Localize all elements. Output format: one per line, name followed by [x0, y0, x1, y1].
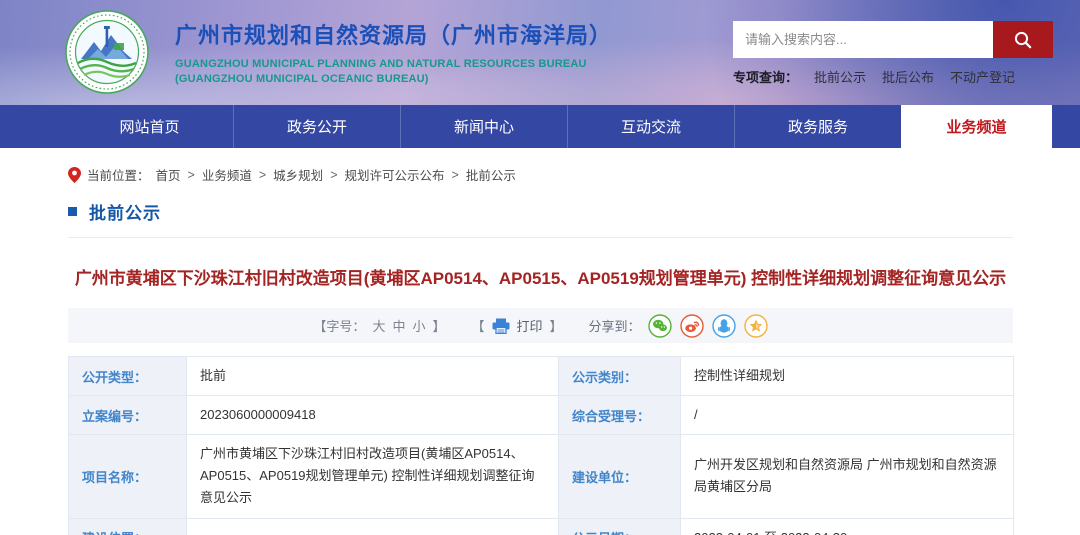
search-bar — [733, 21, 1053, 58]
field-label-construction-unit: 建设单位： — [558, 434, 681, 519]
search-input[interactable] — [733, 21, 993, 58]
brand-block: 广州市规划和自然资源局（广州市海洋局） GUANGZHOU MUNICIPAL … — [175, 18, 612, 88]
qq-share-icon[interactable] — [711, 313, 736, 338]
print-suffix: 】 — [549, 319, 563, 335]
breadcrumb-urban-planning[interactable]: 城乡规划 — [273, 165, 323, 184]
org-title-zh: 广州市规划和自然资源局（广州市海洋局） — [175, 23, 613, 48]
site-header: 广州市规划和自然资源局（广州市海洋局） GUANGZHOU MUNICIPAL … — [0, 0, 1080, 105]
quick-link-post-approval[interactable]: 批后公布 — [882, 67, 934, 86]
quick-query-row: 专项查询： 批前公示 批后公布 不动产登记 — [733, 67, 1053, 86]
org-title-en: GUANGZHOU MUNICIPAL PLANNING AND NATURAL… — [175, 57, 612, 88]
breadcrumb-pre-approval[interactable]: 批前公示 — [466, 165, 516, 184]
field-label-construction-location: 建设位置： — [68, 517, 187, 535]
share-label: 分享到： — [588, 319, 641, 335]
qzone-share-icon[interactable] — [743, 313, 768, 338]
section-header: 批前公示 — [68, 199, 1013, 238]
field-value-project-name: 广州市黄埔区下沙珠江村旧村改造项目(黄埔区AP0514、AP0515、AP051… — [186, 434, 559, 519]
breadcrumb: 当前位置： 首页 > 业务频道 > 城乡规划 > 规划许可公示公布 > 批前公示 — [68, 148, 1013, 184]
breadcrumb-separator: > — [451, 167, 459, 182]
nav-item-gov-disclosure[interactable]: 政务公开 — [233, 105, 400, 148]
nav-item-news-center[interactable]: 新闻中心 — [400, 105, 567, 148]
org-title-en-line1: GUANGZHOU MUNICIPAL PLANNING AND NATURAL… — [175, 58, 587, 70]
font-size-suffix: 】 — [432, 319, 446, 335]
field-label-public-type: 公开类型： — [68, 356, 187, 397]
nav-item-interaction[interactable]: 互动交流 — [567, 105, 734, 148]
wechat-share-icon[interactable] — [647, 313, 672, 338]
quick-query-label: 专项查询： — [733, 70, 799, 85]
printer-icon — [492, 318, 510, 334]
field-label-project-name: 项目名称： — [68, 434, 187, 519]
project-info-table: 公开类型： 批前 公示类别： 控制性详细规划 立案编号： 20230600000… — [68, 356, 1014, 535]
font-size-small[interactable]: 小 — [412, 316, 425, 335]
nav-item-business-channel[interactable]: 业务频道 — [901, 105, 1052, 148]
section-bullet-icon — [68, 207, 77, 216]
field-value-publicity-date: 2023-04-01 至 2023-04-30 — [680, 517, 1014, 535]
field-label-publicity-date: 公示日期： — [558, 517, 681, 535]
org-title-en-line2: (GUANGZHOU MUNICIPAL OCEANIC BUREAU) — [175, 73, 429, 86]
table-row: 立案编号： 2023060000009418 综合受理号： / — [68, 395, 1014, 436]
section-title: 批前公示 — [89, 204, 161, 223]
font-size-medium[interactable]: 中 — [392, 316, 405, 335]
table-row: 建设位置： 公示日期： 2023-04-01 至 2023-04-30 — [68, 517, 1014, 535]
search-button[interactable] — [993, 21, 1053, 58]
field-value-case-number: 2023060000009418 — [186, 395, 559, 436]
search-zone: 专项查询： 批前公示 批后公布 不动产登记 — [733, 21, 1053, 86]
table-row: 项目名称： 广州市黄埔区下沙珠江村旧村改造项目(黄埔区AP0514、AP0515… — [68, 434, 1014, 519]
main-nav: 网站首页 政务公开 新闻中心 互动交流 政务服务 业务频道 — [0, 105, 1080, 148]
field-value-publicity-category: 控制性详细规划 — [680, 356, 1014, 397]
field-label-publicity-category: 公示类别： — [558, 356, 681, 397]
field-value-public-type: 批前 — [186, 356, 559, 397]
breadcrumb-label: 当前位置： — [87, 169, 150, 183]
weibo-share-icon[interactable] — [679, 313, 704, 338]
print-prefix: 【 — [471, 319, 485, 335]
breadcrumb-business-channel[interactable]: 业务频道 — [202, 165, 252, 184]
field-value-acceptance-number: / — [680, 395, 1014, 436]
share-icons — [647, 313, 768, 338]
nav-item-gov-services[interactable]: 政务服务 — [734, 105, 901, 148]
article-toolbar: 【字号： 大 中 小 】 【 打印 】 分享到： — [68, 308, 1013, 344]
print-control: 【 打印 】 — [472, 316, 563, 335]
field-value-construction-location — [186, 517, 559, 535]
field-label-acceptance-number: 综合受理号： — [558, 395, 681, 436]
font-size-prefix: 【字号： — [313, 319, 366, 335]
bureau-logo — [64, 9, 150, 95]
location-pin-icon — [68, 166, 81, 183]
search-icon — [1014, 31, 1032, 48]
page-content: 当前位置： 首页 > 业务频道 > 城乡规划 > 规划许可公示公布 > 批前公示… — [68, 148, 1014, 535]
print-button[interactable]: 打印 — [517, 316, 543, 335]
breadcrumb-separator: > — [330, 167, 338, 182]
nav-item-home[interactable]: 网站首页 — [66, 105, 233, 148]
quick-link-real-estate[interactable]: 不动产登记 — [950, 67, 1015, 86]
font-size-control: 【字号： 大 中 小 】 — [313, 316, 445, 335]
field-value-construction-unit: 广州开发区规划和自然资源局 广州市规划和自然资源局黄埔区分局 — [680, 434, 1014, 519]
share-control: 分享到： — [588, 313, 768, 338]
article-title: 广州市黄埔区下沙珠江村旧村改造项目(黄埔区AP0514、AP0515、AP051… — [74, 269, 1007, 288]
quick-link-pre-approval[interactable]: 批前公示 — [814, 67, 866, 86]
breadcrumb-home[interactable]: 首页 — [156, 165, 181, 184]
breadcrumb-permit-publicity[interactable]: 规划许可公示公布 — [345, 165, 445, 184]
field-label-case-number: 立案编号： — [68, 395, 187, 436]
table-row: 公开类型： 批前 公示类别： 控制性详细规划 — [68, 356, 1014, 397]
breadcrumb-separator: > — [187, 167, 195, 182]
breadcrumb-separator: > — [258, 167, 267, 182]
bureau-logo-seal — [65, 10, 149, 94]
font-size-large[interactable]: 大 — [372, 316, 385, 335]
